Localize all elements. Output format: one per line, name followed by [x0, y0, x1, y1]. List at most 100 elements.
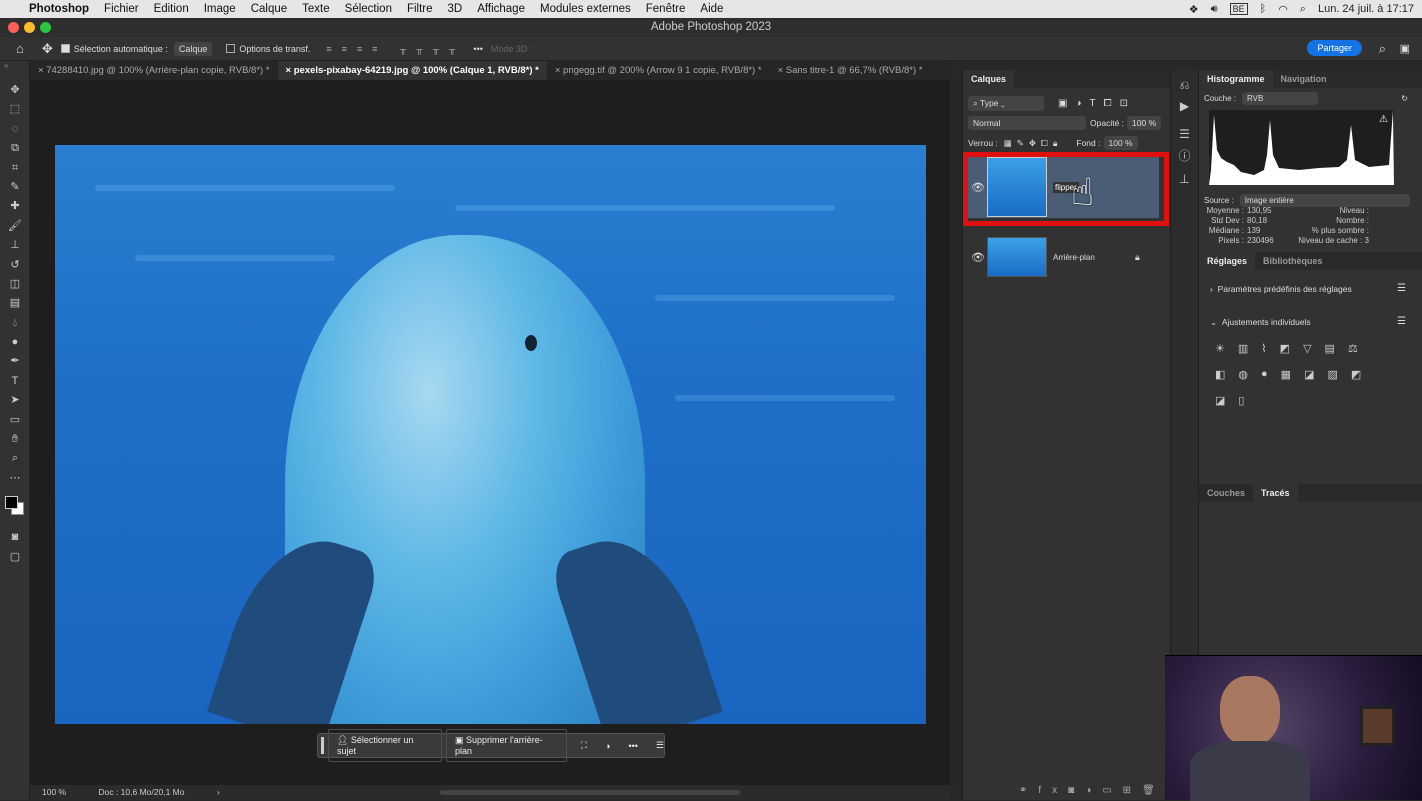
channel-dropdown[interactable]: RVB — [1242, 91, 1319, 105]
list-icon[interactable]: ☰ — [1397, 316, 1406, 327]
drag-handle[interactable] — [321, 737, 324, 754]
transform-checkbox[interactable] — [226, 44, 236, 53]
bluetooth-icon[interactable]: ᛒ — [1260, 3, 1267, 15]
source-dropdown[interactable]: Image entière — [1239, 193, 1410, 207]
wifi-icon[interactable]: ◠ — [1278, 3, 1288, 16]
document-tab[interactable]: × pngegg.tif @ 200% (Arrow 9 1 copie, RV… — [547, 61, 770, 80]
menu-affichage[interactable]: Affichage — [477, 3, 525, 15]
collapse-icon[interactable]: » — [0, 61, 29, 81]
actions-play-icon[interactable]: ▶ — [1171, 99, 1198, 113]
keyboard-layout[interactable]: BE — [1229, 3, 1248, 15]
auto-select-dropdown[interactable]: Calque — [173, 41, 213, 56]
adjust-icon[interactable]: ◑ — [605, 741, 610, 751]
shape-tool-icon[interactable]: ▭ — [0, 411, 30, 430]
menu-modules[interactable]: Modules externes — [540, 3, 631, 15]
volume-icon[interactable]: 🔊︎ — [1211, 3, 1218, 16]
menu-edition[interactable]: Edition — [154, 3, 189, 15]
tab-bibliotheques[interactable]: Bibliothèques — [1255, 252, 1331, 270]
blend-mode-dropdown[interactable]: Normal — [968, 116, 1086, 130]
menu-selection[interactable]: Sélection — [345, 3, 392, 15]
document-tab-active[interactable]: × pexels-pixabay-64219.jpg @ 100% (Calqu… — [277, 61, 547, 80]
hand-tool-icon[interactable]: ✋︎ — [0, 430, 30, 449]
tab-calques[interactable]: Calques — [963, 70, 1015, 88]
menu-aide[interactable]: Aide — [700, 3, 723, 15]
path-select-icon[interactable]: ➤ — [0, 391, 30, 410]
menu-3d[interactable]: 3D — [448, 3, 463, 15]
pen-tool-icon[interactable]: ✒ — [0, 352, 30, 371]
zoom-window-button[interactable] — [40, 22, 51, 33]
transform-icon[interactable]: ⛶ — [581, 740, 587, 751]
adjustment-icons-row[interactable]: ◪ ▯ — [1215, 394, 1244, 407]
layer-filter-dropdown[interactable]: ⌕ Type ⌄ — [968, 95, 1044, 111]
list-icon[interactable]: ☰ — [1397, 283, 1406, 294]
remove-background-button[interactable]: ▣ Supprimer l'arrière-plan — [446, 729, 567, 762]
layer-footer-icons[interactable]: ⚭fx◙◑▭⊞🗑︎ — [1019, 785, 1166, 796]
properties-icon[interactable]: ☰ — [1171, 127, 1198, 141]
menu-app[interactable]: Photoshop — [29, 3, 89, 15]
lasso-tool-icon[interactable]: ◌ — [0, 120, 30, 139]
menu-filtre[interactable]: Filtre — [407, 3, 433, 15]
refresh-icon[interactable]: ↻ — [1401, 94, 1408, 103]
zoom-level[interactable]: 100 % — [42, 787, 66, 797]
visibility-eye-icon[interactable]: 👁︎ — [971, 251, 985, 264]
blur-tool-icon[interactable]: 💧︎ — [0, 314, 30, 333]
opacity-input[interactable]: 100 % — [1127, 116, 1162, 130]
gradient-tool-icon[interactable]: ▤ — [0, 294, 30, 313]
brush-tool-icon[interactable]: 🖌︎ — [0, 217, 30, 236]
home-icon[interactable]: ⌂ — [16, 41, 24, 56]
vertical-scrollbar[interactable] — [950, 80, 962, 785]
healing-tool-icon[interactable]: ✚ — [0, 197, 30, 216]
minimize-window-button[interactable] — [24, 22, 35, 33]
fill-input[interactable]: 100 % — [1103, 136, 1138, 150]
search-icon[interactable]: ⌕ — [1379, 41, 1386, 57]
tab-histogram[interactable]: Histogramme — [1199, 70, 1273, 88]
status-arrow-icon[interactable]: › — [217, 787, 220, 797]
document-tab[interactable]: × Sans titre-1 @ 66,7% (RVB/8*) * — [770, 61, 931, 80]
dodge-tool-icon[interactable]: ● — [0, 333, 30, 352]
align-icons[interactable]: ≡≡≡≡ ╥╥╥╥ — [326, 44, 465, 54]
move-tool-icon[interactable]: ✥ — [42, 41, 53, 57]
layer-row-background[interactable]: 👁︎ Arrière-plan 🔒︎ — [963, 226, 1159, 288]
quick-mask-icon[interactable]: ◙ — [0, 528, 30, 547]
individual-adjustments-section[interactable]: ⌄ Ajustements individuels — [1205, 312, 1316, 332]
menu-fichier[interactable]: Fichier — [104, 3, 139, 15]
tab-couches[interactable]: Couches — [1199, 484, 1253, 502]
screen-mode-icon[interactable]: ▢ — [0, 548, 30, 567]
menu-clock[interactable]: Lun. 24 juil. à 17:17 — [1318, 3, 1414, 15]
menu-fenetre[interactable]: Fenêtre — [646, 3, 686, 15]
more-icon[interactable]: ••• — [473, 44, 482, 54]
dolphin-photo[interactable] — [55, 145, 926, 724]
presets-section[interactable]: › Paramètres prédéfinis des réglages — [1205, 279, 1357, 299]
history-icon[interactable]: ⎌ — [1171, 78, 1198, 93]
adjustment-icons-row[interactable]: ☀ ▥ ⌇ ◩ ▽ ▤ ⚖ — [1215, 342, 1358, 355]
spotlight-icon[interactable]: ⌕ — [1300, 3, 1306, 16]
adjustment-icons-row[interactable]: ◧ ◍ ● ▦ ◪ ▨ ◩ — [1215, 368, 1361, 381]
workspace-icon[interactable]: ▣ — [1400, 42, 1410, 55]
settings-sliders-icon[interactable]: ☰ — [656, 740, 664, 751]
history-brush-icon[interactable]: ↺ — [0, 256, 30, 275]
move-tool-icon[interactable]: ✥ — [0, 81, 30, 100]
close-window-button[interactable] — [8, 22, 19, 33]
horizontal-scrollbar[interactable] — [440, 790, 740, 795]
select-subject-button[interactable]: 👤︎ Sélectionner un sujet — [327, 729, 442, 762]
marquee-tool-icon[interactable]: ⬚ — [0, 100, 30, 119]
object-select-tool-icon[interactable]: ⧉ — [0, 139, 30, 158]
lock-icons[interactable]: ▦✎✥⧠🔒︎ — [1004, 138, 1063, 149]
stamp-icon[interactable]: ⊥ — [1171, 172, 1198, 186]
menu-texte[interactable]: Texte — [302, 3, 330, 15]
eraser-tool-icon[interactable]: ◫ — [0, 275, 30, 294]
crop-tool-icon[interactable]: ⌗ — [0, 159, 30, 178]
tab-traces[interactable]: Tracés — [1253, 484, 1298, 502]
zoom-tool-icon[interactable]: ⌕ — [0, 449, 30, 468]
color-swatches[interactable] — [0, 488, 29, 528]
eyedropper-tool-icon[interactable]: ✎ — [0, 178, 30, 197]
stamp-tool-icon[interactable]: ⊥ — [0, 236, 30, 255]
menu-calque[interactable]: Calque — [251, 3, 287, 15]
info-icon[interactable]: ⓘ — [1171, 147, 1198, 164]
dropbox-icon[interactable]: ❖ — [1189, 3, 1199, 16]
document-tab[interactable]: × 74288410.jpg @ 100% (Arrière-plan copi… — [30, 61, 278, 80]
tab-reglages[interactable]: Réglages — [1199, 252, 1256, 270]
auto-select-checkbox[interactable] — [60, 44, 70, 53]
type-tool-icon[interactable]: T — [0, 372, 30, 391]
menu-image[interactable]: Image — [204, 3, 236, 15]
